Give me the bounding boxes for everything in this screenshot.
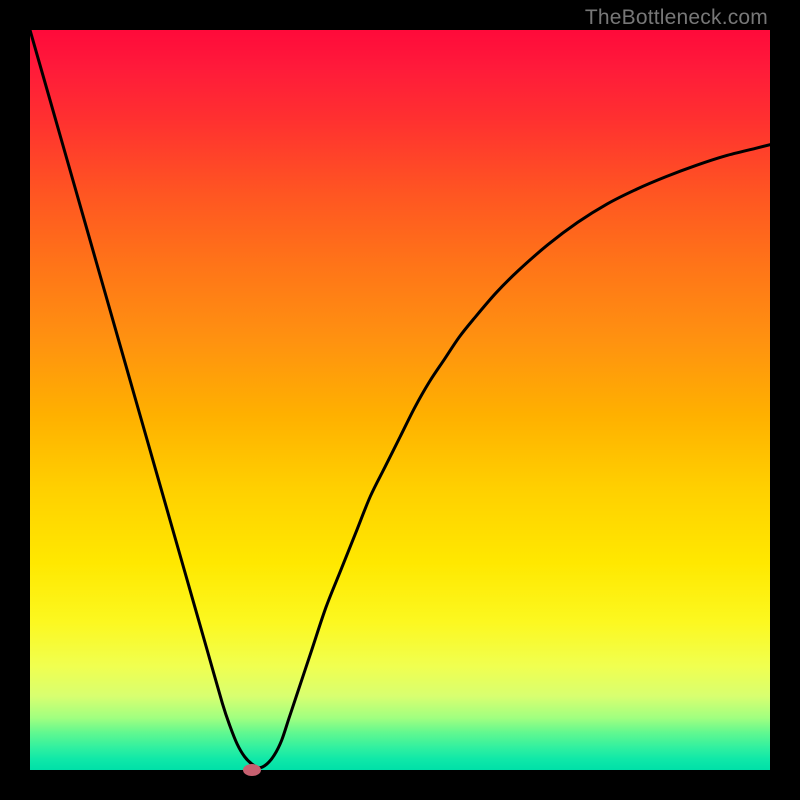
attribution-text: TheBottleneck.com bbox=[585, 6, 768, 30]
curve-layer bbox=[30, 30, 770, 770]
optimum-marker bbox=[243, 764, 261, 776]
bottleneck-curve bbox=[30, 30, 770, 768]
chart-container: TheBottleneck.com bbox=[0, 0, 800, 800]
